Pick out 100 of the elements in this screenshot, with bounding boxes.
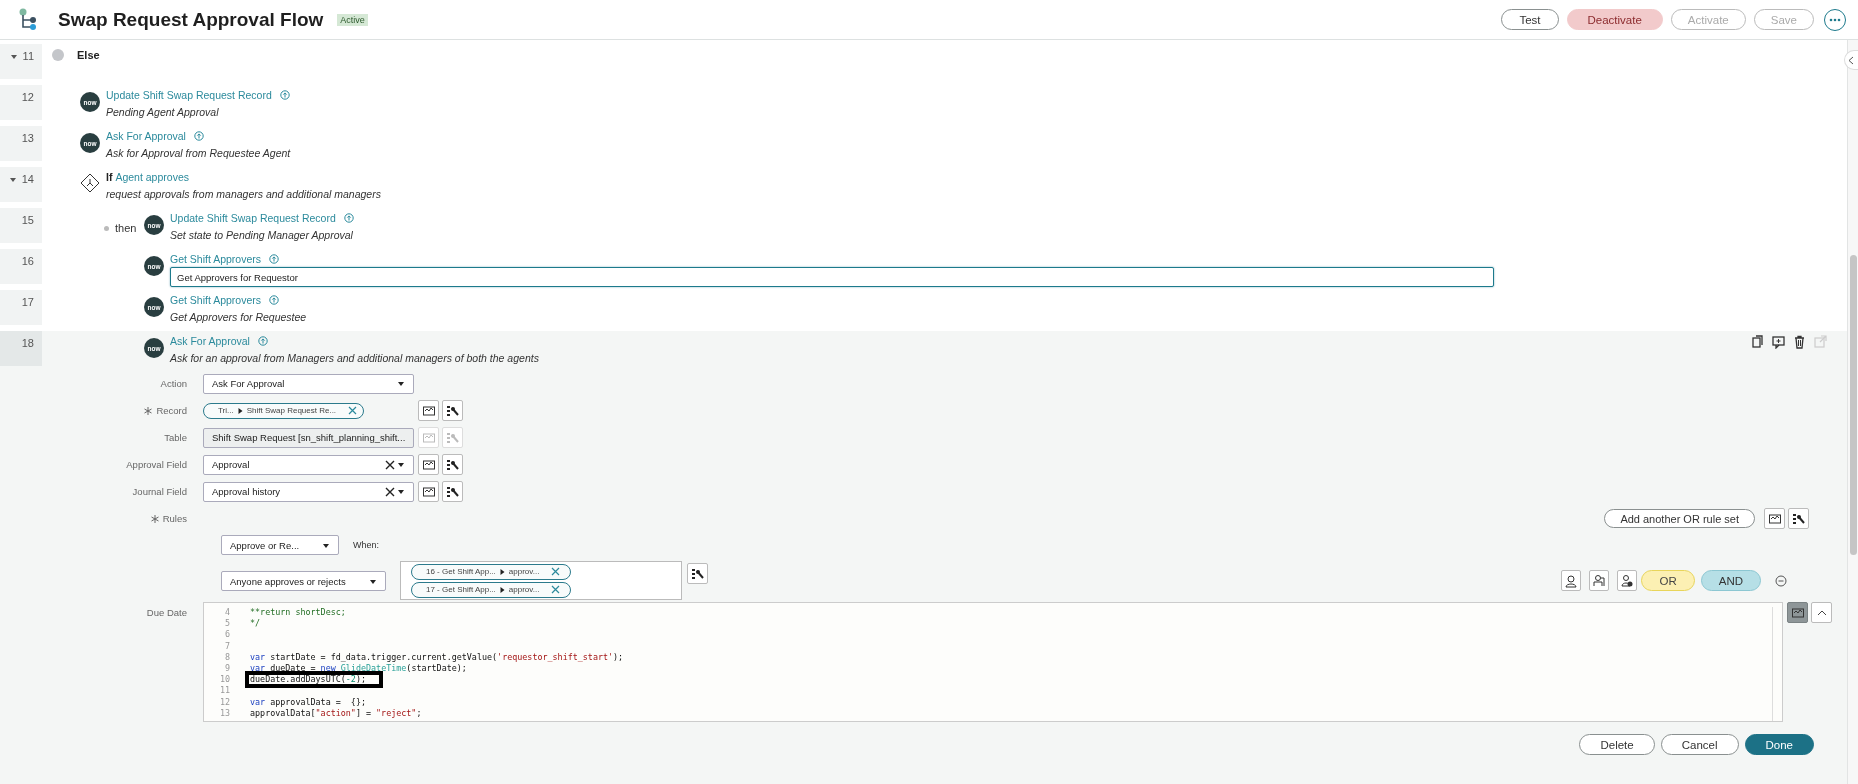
flow-title: Swap Request Approval Flow	[58, 8, 324, 31]
code-line: */	[250, 618, 261, 629]
info-icon[interactable]	[269, 295, 280, 305]
line-number-cell[interactable]: 11	[0, 44, 42, 79]
line-number: 12	[21, 91, 34, 103]
data-pill-picker-button[interactable]	[442, 454, 463, 475]
footer-button[interactable]: Cancel	[1660, 734, 1739, 755]
script-toggle-button[interactable]	[1764, 508, 1785, 529]
line-number: 4	[224, 607, 230, 619]
script-toggle-button[interactable]	[1787, 602, 1808, 623]
remove-icon[interactable]	[348, 406, 358, 415]
approver-type-button[interactable]	[1589, 570, 1610, 591]
line-number: 17	[21, 296, 34, 308]
and-button[interactable]: AND	[1700, 570, 1761, 591]
collapse-caret-icon[interactable]	[8, 176, 17, 183]
line-number-cell[interactable]: 12	[0, 85, 42, 120]
info-icon[interactable]	[279, 90, 290, 100]
clear-icon[interactable]	[385, 486, 395, 497]
script-icon	[1790, 605, 1805, 620]
line-number-cell[interactable]: 15	[0, 208, 42, 243]
more-icon	[1829, 17, 1841, 22]
step-title-link[interactable]: Get Shift Approvers	[170, 253, 262, 265]
data-pill[interactable]: 17 - Get Shift App... approv...	[411, 581, 571, 598]
code-line: var startDate = fd_data.trigger.current.getValue('requestor_shift_start');	[250, 651, 624, 662]
line-number: 13	[21, 132, 34, 144]
field-label: Record	[156, 405, 187, 416]
flow-node-icon	[52, 49, 64, 61]
step-title-link[interactable]: Ask For Approval	[106, 130, 186, 142]
code-line: dueDate.addDaysUTC(-2);	[250, 674, 366, 685]
data-pill-picker-button[interactable]	[442, 481, 463, 502]
info-icon[interactable]	[269, 254, 280, 264]
dropdown[interactable]: Ask For Approval	[203, 373, 414, 394]
footer-button[interactable]: Done	[1744, 734, 1814, 755]
script-toggle-button[interactable]	[418, 454, 439, 475]
line-number: 7	[224, 640, 230, 652]
user-icon	[1564, 573, 1579, 588]
pill-text: 17 - Get Shift App...	[426, 585, 496, 594]
step-description: Ask for Approval from Requestee Agent	[106, 147, 292, 159]
chevron-up-icon	[1816, 609, 1827, 616]
script-toggle-button[interactable]	[418, 481, 439, 502]
description-input[interactable]: Get Approvers for Requestor	[170, 267, 1494, 287]
step-title-link[interactable]: Get Shift Approvers	[170, 294, 262, 306]
data-picker-icon	[445, 430, 460, 445]
collapse-panel-button[interactable]	[1844, 50, 1858, 70]
step-description: request approvals from managers and additional managers	[106, 188, 382, 200]
decision-icon	[80, 173, 100, 193]
line-number: 10	[219, 674, 230, 686]
data-picker-icon	[1791, 511, 1806, 526]
info-icon[interactable]	[257, 336, 268, 346]
when-label: When:	[353, 540, 379, 550]
copy-icon[interactable]	[1751, 335, 1764, 349]
dropdown-caret-icon	[397, 380, 405, 387]
approver-type-button[interactable]	[1561, 570, 1582, 591]
or-button[interactable]: OR	[1641, 570, 1695, 591]
header-button[interactable]: Deactivate	[1566, 9, 1663, 30]
clear-icon[interactable]	[385, 459, 395, 470]
status-badge: Active	[337, 13, 368, 26]
dropdown[interactable]: Approve or Re...	[221, 535, 339, 555]
info-icon[interactable]	[343, 213, 354, 223]
data-pill-picker-button[interactable]	[442, 400, 463, 421]
info-icon[interactable]	[193, 131, 204, 141]
field-label: Approval Field	[126, 459, 187, 470]
header-button[interactable]: Test	[1501, 9, 1559, 30]
dropdown[interactable]: Anyone approves or rejects	[221, 571, 386, 591]
more-options-button[interactable]	[1824, 8, 1846, 31]
footer-button[interactable]: Delete	[1579, 734, 1655, 755]
step-title-link[interactable]: Update Shift Swap Request Record	[170, 212, 336, 224]
step-title-link[interactable]: Ask For Approval	[170, 335, 250, 347]
step-description: Pending Agent Approval	[106, 106, 220, 118]
line-number: 5	[224, 618, 230, 630]
data-pill[interactable]: 16 - Get Shift App... approv...	[411, 563, 571, 580]
script-icon	[421, 430, 436, 445]
line-number: 15	[21, 214, 34, 226]
collapse-caret-icon[interactable]	[9, 53, 18, 60]
line-number-cell[interactable]: 16	[0, 249, 42, 284]
script-toggle-button[interactable]	[418, 400, 439, 421]
line-number: 11	[22, 50, 34, 62]
line-number-cell[interactable]: 17	[0, 290, 42, 325]
script-icon	[1767, 511, 1782, 526]
pill-text: 16 - Get Shift App...	[426, 567, 496, 576]
remove-icon[interactable]	[551, 567, 561, 576]
dropdown[interactable]: Approval history	[203, 481, 414, 502]
data-picker-icon	[690, 566, 705, 581]
data-pill-picker-button[interactable]	[1788, 508, 1809, 529]
add-rule-set-button[interactable]: Add another OR rule set	[1604, 509, 1755, 528]
delete-icon[interactable]	[1793, 335, 1806, 349]
data-pill-field[interactable]: 16 - Get Shift App... approv... 17 - Get Shift App... approv...	[400, 561, 682, 600]
line-number-cell[interactable]: 14	[0, 167, 42, 202]
line-number-cell[interactable]: 18	[0, 331, 42, 366]
line-number-cell[interactable]: 13	[0, 126, 42, 161]
dropdown[interactable]: Approval	[203, 454, 414, 475]
data-pill[interactable]: Tri... Shift Swap Request Re...	[203, 402, 365, 419]
add-comment-icon[interactable]	[1772, 335, 1785, 349]
step-title-link[interactable]: Update Shift Swap Request Record	[106, 89, 272, 101]
approver-type-button[interactable]	[1617, 570, 1638, 591]
condition-link[interactable]: Agent approves	[115, 171, 189, 183]
scrollbar-thumb[interactable]	[1850, 255, 1857, 555]
remove-icon[interactable]	[551, 585, 561, 594]
data-pill-picker-button[interactable]	[687, 563, 708, 584]
line-number: 12	[219, 696, 230, 708]
